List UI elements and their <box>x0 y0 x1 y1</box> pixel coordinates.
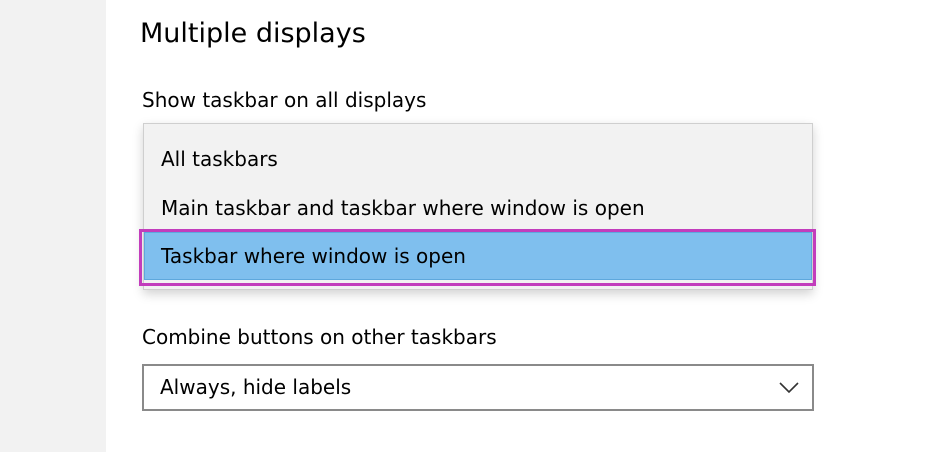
dropdown-option-window-taskbar-selected[interactable]: Taskbar where window is open <box>144 232 812 280</box>
show-taskbar-dropdown-list: All taskbars Main taskbar and taskbar wh… <box>143 123 813 290</box>
show-taskbar-label: Show taskbar on all displays <box>142 88 427 112</box>
chevron-down-icon <box>779 382 799 394</box>
combine-buttons-combobox[interactable]: Always, hide labels <box>142 364 814 411</box>
section-title: Multiple displays <box>140 18 366 49</box>
settings-sidebar <box>0 0 106 452</box>
combine-buttons-label: Combine buttons on other taskbars <box>142 325 497 349</box>
settings-page: Multiple displays Show taskbar on all di… <box>0 0 944 452</box>
dropdown-option-all-taskbars[interactable]: All taskbars <box>144 135 812 183</box>
dropdown-option-main-and-window-taskbar[interactable]: Main taskbar and taskbar where window is… <box>144 184 812 232</box>
combine-buttons-value: Always, hide labels <box>160 375 352 399</box>
